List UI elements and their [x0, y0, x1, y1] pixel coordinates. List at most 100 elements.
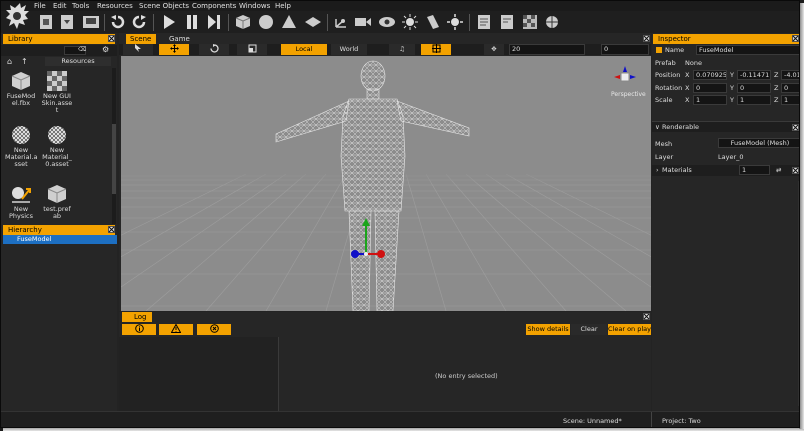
angle-value-input[interactable]: 0 — [601, 44, 649, 55]
world-coordinate-button[interactable]: World — [331, 44, 367, 55]
create-cone-icon[interactable] — [279, 12, 299, 32]
spot-light-icon[interactable] — [422, 12, 442, 32]
rotation-z-field[interactable]: 0 — [781, 83, 799, 93]
undo-icon[interactable] — [108, 12, 128, 32]
asset-item[interactable]: New Material.a sset — [5, 125, 37, 168]
redo-icon[interactable] — [129, 12, 149, 32]
library-tab[interactable]: Library — [3, 34, 115, 44]
z-axis-label: Z — [774, 84, 779, 92]
asset-item[interactable]: test.pref ab — [41, 184, 73, 220]
error-filter-icon[interactable] — [197, 324, 231, 335]
materials-count-field[interactable]: 1 — [739, 165, 770, 175]
close-icon[interactable] — [643, 35, 650, 42]
clear-search-icon[interactable]: ⌫ — [78, 47, 86, 53]
audio-icon[interactable]: ♫ — [389, 44, 415, 55]
log-tab[interactable]: Log — [122, 312, 152, 322]
home-icon[interactable]: ⌂ — [7, 57, 16, 66]
name-field[interactable]: FuseModel — [696, 45, 799, 55]
asset-item[interactable]: New Material_ 0.asset — [41, 125, 73, 168]
inspector-tab[interactable]: Inspector — [653, 34, 799, 44]
log-tab-label: Log — [134, 313, 147, 321]
close-icon[interactable] — [108, 35, 115, 42]
gui-skin-icon[interactable] — [542, 12, 562, 32]
inspector-scrollbar[interactable] — [798, 181, 799, 406]
resize-arrows-icon[interactable]: ⇄ — [776, 166, 781, 174]
shader-file-icon[interactable] — [497, 12, 517, 32]
scale-z-field[interactable]: 1 — [781, 95, 799, 105]
hierarchy-tab[interactable]: Hierarchy — [3, 225, 115, 235]
orientation-gizmo-icon[interactable] — [611, 64, 639, 94]
close-icon[interactable] — [792, 35, 799, 42]
create-cube-icon[interactable] — [233, 12, 253, 32]
library-scrollbar-thumb[interactable] — [112, 124, 116, 194]
point-light-icon[interactable] — [400, 12, 420, 32]
hierarchy-item[interactable]: FuseModel — [3, 235, 117, 244]
snap-value-input[interactable]: 20 — [509, 44, 585, 55]
asset-item[interactable]: New Physics — [5, 184, 37, 220]
move-tool-icon[interactable] — [159, 44, 189, 55]
scale-y-field[interactable]: 1 — [737, 95, 771, 105]
menu-tools[interactable]: Tools — [72, 2, 89, 10]
rotate-tool-icon[interactable] — [199, 44, 229, 55]
menu-file[interactable]: File — [34, 2, 46, 10]
asset-item[interactable]: FuseMod el.fbx — [5, 71, 37, 107]
library-scrollbar[interactable] — [112, 68, 116, 224]
clear-on-play-button[interactable]: Clear on play — [608, 324, 651, 335]
create-camera-icon[interactable] — [353, 12, 373, 32]
scale-x-field[interactable]: 1 — [693, 95, 727, 105]
layer-value[interactable]: Layer_0 — [718, 153, 744, 161]
snap-move-icon[interactable]: ✥ — [484, 44, 504, 55]
remove-materials-icon[interactable] — [792, 167, 799, 174]
menu-resources[interactable]: Resources — [97, 2, 133, 10]
select-tool-icon[interactable] — [123, 44, 153, 55]
script-file-icon[interactable] — [474, 12, 494, 32]
menu-edit[interactable]: Edit — [53, 2, 67, 10]
remove-component-icon[interactable] — [792, 124, 799, 131]
scale-tool-icon[interactable] — [237, 44, 267, 55]
show-details-button[interactable]: Show details — [526, 324, 570, 335]
resources-tab[interactable]: Resources — [45, 57, 111, 66]
perspective-label[interactable]: Perspective — [611, 91, 646, 98]
position-z-field[interactable]: -4.012 — [781, 70, 799, 80]
rotation-y-field[interactable]: 0 — [737, 83, 771, 93]
active-checkbox[interactable] — [656, 47, 662, 53]
local-coordinate-button[interactable]: Local — [281, 44, 327, 55]
new-project-icon[interactable] — [36, 12, 56, 32]
create-plane-icon[interactable] — [303, 12, 323, 32]
clear-log-button[interactable]: Clear — [571, 324, 607, 335]
expand-arrow-icon[interactable]: › — [656, 166, 659, 174]
step-icon[interactable] — [204, 12, 224, 32]
close-icon[interactable] — [108, 226, 115, 233]
close-icon[interactable] — [643, 313, 650, 320]
material-icon[interactable] — [520, 12, 540, 32]
renderable-label: Renderable — [662, 123, 700, 131]
info-filter-icon[interactable] — [122, 324, 156, 335]
gear-icon[interactable]: ⚙ — [102, 46, 110, 54]
menu-components[interactable]: Components — [192, 2, 236, 10]
mesh-field[interactable]: FuseModel (Mesh) — [718, 138, 799, 148]
save-icon[interactable] — [81, 12, 101, 32]
menu-help[interactable]: Help — [275, 2, 291, 10]
transform-gizmo[interactable] — [347, 216, 387, 266]
tab-scene[interactable]: Scene — [126, 34, 156, 44]
rotation-x-field[interactable]: 0 — [693, 83, 727, 93]
warning-filter-icon[interactable] — [159, 323, 193, 335]
menu-scene-objects[interactable]: Scene Objects — [139, 2, 189, 10]
tab-game[interactable]: Game — [169, 34, 190, 44]
create-eye-icon[interactable] — [377, 12, 397, 32]
position-y-field[interactable]: -0.11471 — [737, 70, 771, 80]
scene-viewport[interactable]: Perspective — [121, 56, 651, 311]
up-arrow-icon[interactable]: ↑ — [21, 57, 30, 66]
create-sphere-icon[interactable] — [256, 12, 276, 32]
pause-icon[interactable] — [182, 12, 202, 32]
position-x-field[interactable]: 0.070925 — [693, 70, 727, 80]
directional-light-icon[interactable] — [445, 12, 465, 32]
log-entry-list[interactable] — [119, 337, 279, 412]
menu-windows[interactable]: Windows — [239, 2, 270, 10]
asset-item[interactable]: New GUI Skin.asse t — [41, 71, 73, 114]
renderable-header[interactable]: ∨ Renderable — [652, 121, 799, 132]
open-project-icon[interactable] — [57, 12, 77, 32]
create-scene-object-icon[interactable] — [331, 12, 351, 32]
snap-toggle-icon[interactable] — [421, 44, 451, 55]
play-icon[interactable] — [159, 12, 179, 32]
